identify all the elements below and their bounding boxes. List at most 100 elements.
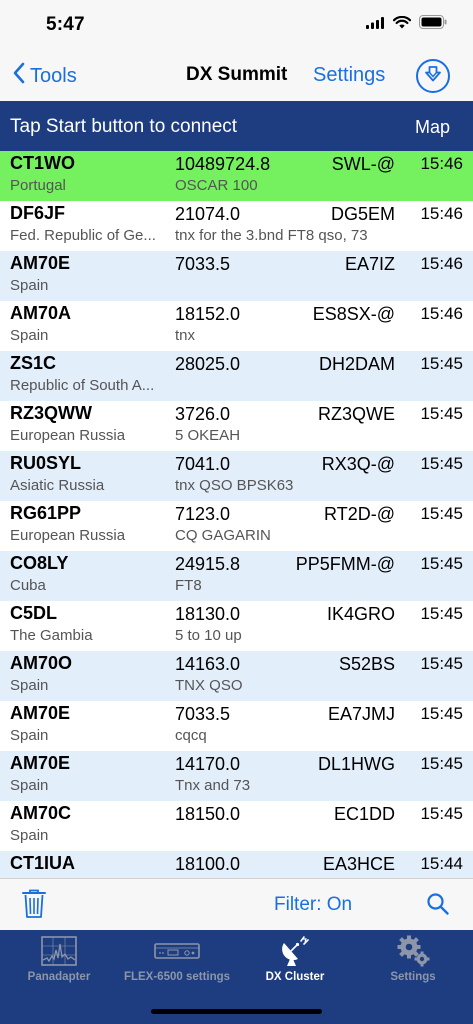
navigation-bar: Tools DX Summit Settings xyxy=(0,50,473,101)
tab-label: Settings xyxy=(390,971,436,983)
search-icon[interactable] xyxy=(426,892,450,921)
spot-country: Spain xyxy=(10,677,49,694)
spot-spotter: IK4GRO xyxy=(326,604,395,624)
spot-row[interactable]: CT1WO Portugal 10489724.8 OSCAR 100 SWL-… xyxy=(0,151,473,201)
spot-comment: Tnx and 73 xyxy=(175,777,251,794)
back-label: Tools xyxy=(30,64,77,87)
spot-country: Spain xyxy=(10,277,49,294)
spot-row[interactable]: C5DL The Gambia 18130.0 5 to 10 up IK4GR… xyxy=(0,601,473,651)
spot-spotter: EA7JMJ xyxy=(327,704,395,724)
spot-row[interactable]: DF6JF Fed. Republic of Ge... 21074.0 tnx… xyxy=(0,201,473,251)
spot-row[interactable]: ZS1C Republic of South A... 28025.0 DH2D… xyxy=(0,351,473,401)
trash-icon[interactable] xyxy=(22,889,46,924)
spot-callsign: AM70C xyxy=(10,803,72,823)
tab-panadapter[interactable]: Panadapter xyxy=(0,930,118,990)
spot-country: Spain xyxy=(10,777,49,794)
spot-time: 15:45 xyxy=(420,654,463,673)
spot-row[interactable]: RU0SYL Asiatic Russia 7041.0 tnx QSO BPS… xyxy=(0,451,473,501)
connection-status: Tap Start button to connect xyxy=(10,116,238,137)
spot-time: 15:45 xyxy=(420,454,463,473)
wifi-icon xyxy=(392,15,412,34)
spot-frequency: 18100.0 xyxy=(175,854,241,874)
status-bar: 5:47 xyxy=(0,0,473,50)
page-title: DX Summit xyxy=(186,64,288,85)
spot-callsign: DF6JF xyxy=(10,203,66,223)
spot-row[interactable]: RZ3QWW European Russia 3726.0 5 OKEAH RZ… xyxy=(0,401,473,451)
spot-row[interactable]: AM70E Spain 7033.5 cqcq EA7JMJ 15:45 xyxy=(0,701,473,751)
spot-spotter: RT2D-@ xyxy=(324,504,395,524)
spot-spotter: EC1DD xyxy=(333,804,395,824)
spot-time: 15:45 xyxy=(420,404,463,423)
spot-callsign: AM70E xyxy=(10,753,71,773)
spot-callsign: RU0SYL xyxy=(10,453,82,473)
spot-time: 15:46 xyxy=(420,254,463,273)
spot-time: 15:46 xyxy=(420,304,463,323)
settings-button[interactable]: Settings xyxy=(313,64,385,87)
spot-country: Republic of South A... xyxy=(10,377,155,394)
filter-button[interactable]: Filter: On xyxy=(274,894,352,916)
spot-time: 15:45 xyxy=(420,804,463,823)
spot-frequency: 14163.0 xyxy=(175,654,241,674)
tab-dx-cluster[interactable]: DX Cluster xyxy=(236,930,354,990)
back-button[interactable]: Tools xyxy=(12,62,77,90)
spot-comment: tnx xyxy=(175,327,196,344)
spot-time: 15:46 xyxy=(420,154,463,173)
spot-comment: tnx QSO BPSK63 xyxy=(175,477,294,494)
spot-callsign: CT1IUA xyxy=(10,853,76,873)
spot-row[interactable]: AM70O Spain 14163.0 TNX QSO S52BS 15:45 xyxy=(0,651,473,701)
spot-list[interactable]: CT1WO Portugal 10489724.8 OSCAR 100 SWL-… xyxy=(0,151,473,878)
spot-spotter: EA7IZ xyxy=(344,254,395,274)
spot-row[interactable]: RG61PP European Russia 7123.0 CQ GAGARIN… xyxy=(0,501,473,551)
tab-label: DX Cluster xyxy=(265,971,325,983)
tab-settings[interactable]: Settings xyxy=(354,930,472,990)
spot-row[interactable]: AM70C Spain 18150.0 EC1DD 15:45 xyxy=(0,801,473,851)
spot-frequency: 3726.0 xyxy=(175,404,231,424)
tab-flex-settings[interactable]: FLEX-6500 settings xyxy=(118,930,236,990)
spot-comment: TNX QSO xyxy=(175,677,243,694)
bottom-toolbar: Filter: On xyxy=(0,878,473,930)
spot-country: Fed. Republic of Ge... xyxy=(10,227,156,244)
spot-country: Asiatic Russia xyxy=(10,477,105,494)
status-icons xyxy=(366,15,447,34)
spot-country: Spain xyxy=(10,727,49,744)
download-button[interactable] xyxy=(416,59,450,93)
spot-row[interactable]: CT1IUA 18100.0 EA3HCE 15:44 xyxy=(0,851,473,878)
spot-comment: OSCAR 100 xyxy=(175,177,258,194)
spot-frequency: 21074.0 xyxy=(175,204,241,224)
spot-country: The Gambia xyxy=(10,627,93,644)
spot-time: 15:45 xyxy=(420,604,463,623)
download-arrow-icon xyxy=(424,65,442,88)
tab-label: Panadapter xyxy=(27,971,91,983)
spot-spotter: S52BS xyxy=(338,654,395,674)
battery-icon xyxy=(419,15,447,34)
spot-comment: FT8 xyxy=(175,577,202,594)
satellite-dish-icon xyxy=(278,934,312,968)
tab-label: FLEX-6500 settings xyxy=(123,971,231,983)
spot-comment: tnx for the 3.bnd FT8 qso, 73 xyxy=(175,227,368,244)
spot-row[interactable]: AM70E Spain 7033.5 EA7IZ 15:46 xyxy=(0,251,473,301)
spot-spotter: ES8SX-@ xyxy=(312,304,395,324)
spot-time: 15:45 xyxy=(420,354,463,373)
spot-frequency: 18152.0 xyxy=(175,304,241,324)
spot-frequency: 18130.0 xyxy=(175,604,241,624)
spot-time: 15:45 xyxy=(420,554,463,573)
spot-spotter: DL1HWG xyxy=(317,754,395,774)
spot-spotter: RX3Q-@ xyxy=(321,454,395,474)
spot-time: 15:45 xyxy=(420,754,463,773)
spot-spotter: PP5FMM-@ xyxy=(295,554,395,574)
spot-frequency: 24915.8 xyxy=(175,554,241,574)
map-button[interactable]: Map xyxy=(415,117,450,138)
spot-callsign: RZ3QWW xyxy=(10,403,92,423)
spot-spotter: DG5EM xyxy=(330,204,395,224)
spot-frequency: 7041.0 xyxy=(175,454,231,474)
spot-frequency: 10489724.8 xyxy=(175,154,271,174)
spot-row[interactable]: AM70A Spain 18152.0 tnx ES8SX-@ 15:46 xyxy=(0,301,473,351)
spot-row[interactable]: AM70E Spain 14170.0 Tnx and 73 DL1HWG 15… xyxy=(0,751,473,801)
spot-frequency: 18150.0 xyxy=(175,804,241,824)
panadapter-icon xyxy=(41,934,77,968)
spot-spotter: SWL-@ xyxy=(331,154,395,174)
spot-row[interactable]: CO8LY Cuba 24915.8 FT8 PP5FMM-@ 15:45 xyxy=(0,551,473,601)
spot-callsign: CO8LY xyxy=(10,553,69,573)
spot-callsign: CT1WO xyxy=(10,153,75,173)
spot-callsign: ZS1C xyxy=(10,353,57,373)
